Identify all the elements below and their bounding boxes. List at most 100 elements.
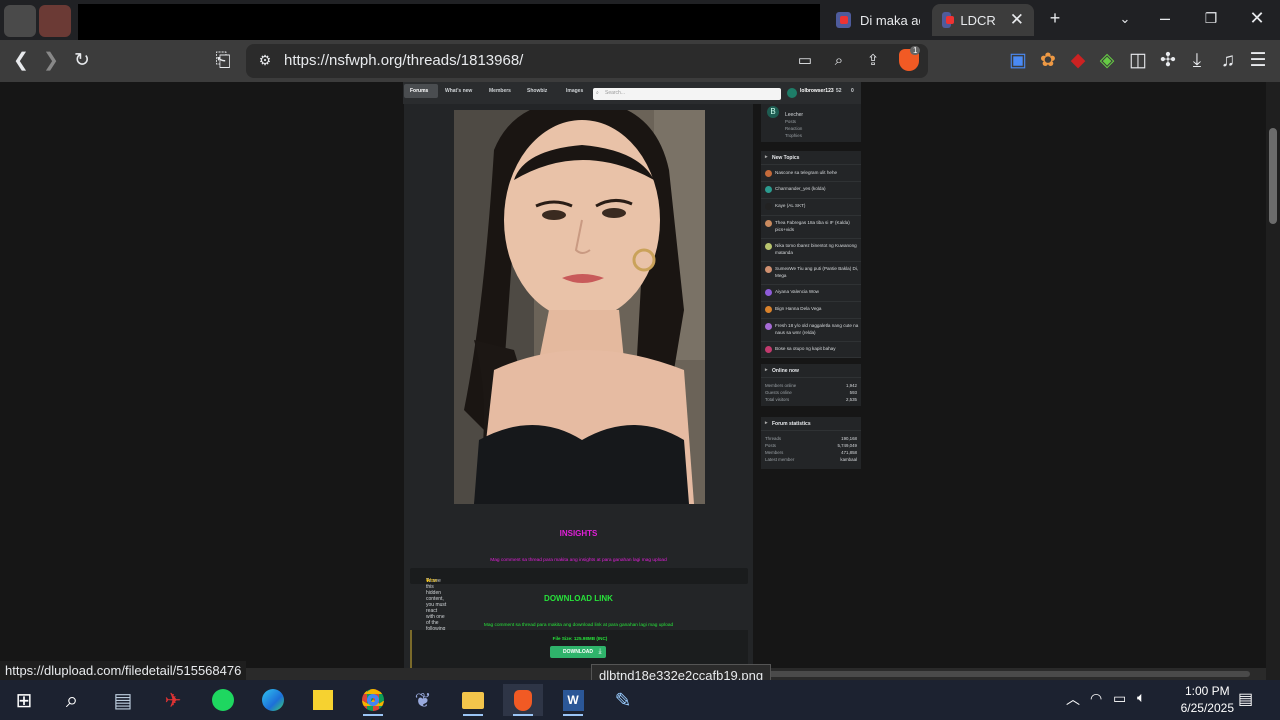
user-avatar-letter[interactable]: B: [767, 106, 779, 118]
cast-icon[interactable]: ▭: [792, 49, 818, 73]
new-topic-item[interactable]: Thea Fabregas 18a tiba si IF (Kalda) pic…: [761, 216, 861, 239]
user-avatar[interactable]: [787, 88, 797, 98]
app-icon[interactable]: ✈: [153, 684, 193, 716]
reader-icon[interactable]: ◫: [1125, 49, 1151, 73]
battery-icon[interactable]: ▭: [1113, 690, 1126, 707]
nav-images[interactable]: Images: [566, 88, 583, 94]
download-arrow-icon[interactable]: ⤓: [594, 646, 606, 658]
new-topic-item[interactable]: Charmander_yes (kolda): [761, 182, 861, 199]
site-settings-icon[interactable]: ⚙: [252, 48, 278, 72]
clock-date: 6/25/2025: [1180, 701, 1234, 715]
nav-members[interactable]: Members: [489, 88, 511, 94]
topic-title[interactable]: Thea Fabregas 18a tiba si IF (Kalda) pic…: [775, 219, 859, 233]
show-hidden-icons-chevron-icon[interactable]: ︿: [1066, 689, 1080, 709]
new-topic-item[interactable]: Nika tomo Ibarez binentot ng Kuwanong ma…: [761, 239, 861, 262]
paint-icon[interactable]: ✎: [603, 684, 643, 716]
tab-inactive[interactable]: Di maka ac: [826, 4, 930, 36]
topic-title[interactable]: Kaye (AL SKT): [775, 202, 859, 209]
topic-title[interactable]: SumexWe Tiu ang puti (Pantie Bakla) Di, …: [775, 265, 859, 279]
volume-icon[interactable]: 🔈︎: [1137, 689, 1145, 706]
scrollbar-thumb[interactable]: [1269, 128, 1277, 224]
spotify-icon[interactable]: [203, 684, 243, 716]
translate-icon[interactable]: ▣: [1005, 49, 1031, 73]
topic-title[interactable]: Fresh 18 y/o old naggaletla nang cute na…: [775, 322, 859, 336]
color-picker-icon[interactable]: ✿: [1035, 49, 1061, 73]
vertical-scrollbar[interactable]: [1266, 82, 1280, 680]
new-topic-item[interactable]: Nascone sa telegram ulit hehe: [761, 166, 861, 182]
word-icon[interactable]: W: [553, 684, 593, 716]
site-navbar: Forums What's new Members Showbiz Images…: [403, 82, 861, 104]
tab-active[interactable]: LDCR ✕: [932, 4, 1034, 36]
nav-forums[interactable]: Forums: [410, 88, 428, 94]
start-icon[interactable]: ⊞: [4, 684, 44, 716]
close-window-icon[interactable]: ✕: [1242, 8, 1272, 29]
close-tab-icon[interactable]: ✕: [1010, 10, 1024, 30]
workspace-icon[interactable]: [4, 5, 36, 37]
sticky-notes-icon[interactable]: [303, 684, 343, 716]
nav-whats-new[interactable]: What's new: [445, 88, 472, 94]
new-topic-item[interactable]: Fresh 18 y/o old naggaletla nang cute na…: [761, 319, 861, 342]
topic-author-avatar[interactable]: [765, 203, 772, 210]
system-clock[interactable]: 1:00 PM 6/25/2025: [1181, 683, 1234, 717]
minimize-icon[interactable]: –: [1150, 8, 1180, 29]
new-topic-item[interactable]: Bign Hanna Dela Vega: [761, 302, 861, 319]
topic-title[interactable]: Nika tomo Ibarez binentot ng Kuwanong ma…: [775, 242, 859, 256]
topic-title[interactable]: Aiyana Valencia Wow: [775, 288, 859, 295]
nav-alerts-count[interactable]: 0: [851, 88, 854, 94]
topic-author-avatar[interactable]: [765, 289, 772, 296]
extension-icon[interactable]: ◈: [1094, 49, 1120, 73]
downloads-icon[interactable]: ⤓: [1184, 49, 1210, 73]
restore-icon[interactable]: ❐: [1196, 10, 1226, 27]
ublock-icon[interactable]: ◆: [1065, 49, 1091, 73]
new-topic-item[interactable]: SumexWe Tiu ang puti (Pantie Bakla) Di, …: [761, 262, 861, 285]
nav-showbiz[interactable]: Showbiz: [527, 88, 547, 94]
search-placeholder: Search...: [605, 90, 626, 96]
back-icon[interactable]: ❮: [8, 49, 34, 73]
topic-author-avatar[interactable]: [765, 266, 772, 273]
topic-title[interactable]: Bose sa otupo ng kapit bahay: [775, 345, 859, 352]
edge-icon[interactable]: [253, 684, 293, 716]
brave-icon[interactable]: [503, 684, 543, 716]
stat-value[interactable]: kambaal: [840, 457, 857, 462]
tab-search-chevron-icon[interactable]: ⌄: [1110, 11, 1140, 27]
reload-icon[interactable]: ↻: [69, 49, 95, 73]
nav-username[interactable]: lolbrowser123: [800, 88, 834, 94]
topic-author-avatar[interactable]: [765, 220, 772, 227]
topic-author-avatar[interactable]: [765, 306, 772, 313]
share-icon[interactable]: ⇪: [860, 49, 886, 73]
media-icon[interactable]: ♫: [1215, 49, 1241, 73]
tab-title: LDCR: [960, 12, 996, 28]
post-image[interactable]: [454, 110, 705, 504]
nav-inbox-count[interactable]: 52: [836, 88, 842, 94]
topic-title[interactable]: Charmander_yes (kolda): [775, 185, 859, 192]
topic-author-avatar[interactable]: [765, 323, 772, 330]
new-topic-item[interactable]: Kaye (AL SKT): [761, 199, 861, 216]
bookmark-icon[interactable]: ⎗: [210, 49, 236, 73]
topic-author-avatar[interactable]: [765, 186, 772, 193]
wifi-icon[interactable]: ◠: [1090, 690, 1102, 707]
menu-icon[interactable]: ☰: [1245, 49, 1271, 73]
app-icon[interactable]: ❦: [403, 684, 443, 716]
extensions-puzzle-icon[interactable]: ✣: [1155, 49, 1181, 73]
site-favicon-icon: [836, 12, 851, 28]
notifications-icon[interactable]: ▤: [1238, 689, 1253, 709]
zoom-icon[interactable]: ⌕: [826, 49, 852, 73]
url-text[interactable]: https://nsfwph.org/threads/1813968/: [284, 52, 523, 69]
forward-icon[interactable]: ❯: [38, 49, 64, 73]
new-topic-item[interactable]: Aiyana Valencia Wow: [761, 285, 861, 302]
topic-title[interactable]: Bign Hanna Dela Vega: [775, 305, 859, 312]
topic-author-avatar[interactable]: [765, 170, 772, 177]
folder-icon[interactable]: [453, 684, 493, 716]
new-topic-item[interactable]: Bose sa otupo ng kapit bahay: [761, 342, 861, 358]
stat-label: Threads: [765, 436, 782, 441]
topic-title[interactable]: Nascone sa telegram ulit hehe: [775, 169, 859, 176]
chrome-icon[interactable]: [353, 684, 393, 716]
search-icon[interactable]: ⌕: [52, 684, 92, 716]
site-search-input[interactable]: ⌕ Search...: [593, 88, 781, 100]
profile-icon[interactable]: [39, 5, 71, 37]
address-bar[interactable]: ⚙ https://nsfwph.org/threads/1813968/ ▭ …: [246, 44, 928, 78]
topic-author-avatar[interactable]: [765, 346, 772, 353]
file-explorer-app-icon[interactable]: ▤: [103, 684, 143, 716]
new-tab-button[interactable]: +: [1040, 8, 1070, 29]
topic-author-avatar[interactable]: [765, 243, 772, 250]
